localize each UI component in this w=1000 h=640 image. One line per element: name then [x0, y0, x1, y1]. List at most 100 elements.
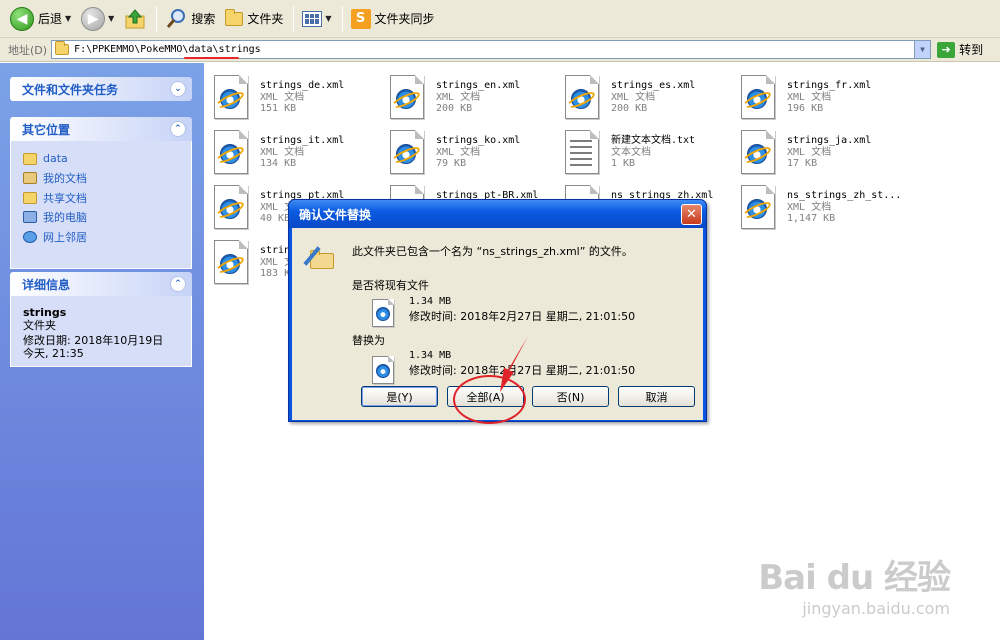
- sync-icon: S: [350, 8, 371, 29]
- watermark-url: jingyan.baidu.com: [802, 599, 950, 618]
- toolbar-separator: [341, 5, 343, 32]
- address-input[interactable]: F:\PPKEMMO\PokeMMO\data\strings ▼: [51, 40, 932, 59]
- replace-with-label: 替换为: [352, 334, 385, 347]
- place-label: 共享文档: [43, 191, 87, 205]
- file-name: strings_ja.xml: [787, 135, 872, 146]
- place-shared-documents[interactable]: 共享文档: [23, 188, 181, 208]
- file-type: XML 文档: [260, 146, 305, 158]
- details-name: strings: [23, 306, 67, 319]
- xml-file-icon: [212, 130, 254, 176]
- file-item[interactable]: strings_fr.xml XML 文档 196 KB: [731, 69, 906, 119]
- back-button[interactable]: ◀ 后退 ▼: [6, 4, 75, 34]
- file-type: XML 文档: [787, 146, 832, 158]
- file-size: 200 KB: [611, 103, 648, 114]
- xml-file-icon: [212, 185, 254, 231]
- details-panel: 详细信息 ⌃ strings 文件夹 修改日期: 2018年10月19日 今天,…: [10, 272, 192, 367]
- watermark-brand: Bai du 经验: [758, 558, 951, 598]
- cancel-button[interactable]: 取消: [618, 386, 695, 407]
- xml-file-icon: [563, 75, 605, 121]
- views-button[interactable]: ▼: [298, 4, 335, 34]
- file-item[interactable]: ns_strings_zh_st... XML 文档 1,147 KB: [731, 179, 906, 229]
- folder-sync-button[interactable]: S 文件夹同步: [347, 4, 439, 34]
- file-type: XML 文档: [436, 91, 481, 103]
- address-bar: 地址(D) F:\PPKEMMO\PokeMMO\data\strings ▼ …: [0, 38, 1000, 62]
- yes-button[interactable]: 是(Y): [361, 386, 438, 407]
- folders-label: 文件夹: [247, 12, 284, 26]
- new-size: 1.34 MB: [409, 350, 452, 361]
- go-label: 转到: [959, 43, 984, 57]
- existing-modified: 修改时间: 2018年2月27日 星期二, 21:01:50: [409, 310, 636, 323]
- details-type: 文件夹: [23, 319, 56, 332]
- computer-icon: [23, 211, 37, 224]
- toolbar-separator: [156, 5, 158, 32]
- close-button[interactable]: ✕: [681, 203, 702, 225]
- go-arrow-icon: ➜: [937, 41, 956, 58]
- task-pane: 文件和文件夹任务 ⌄ 其它位置 ⌃ data 我的文档 共享文档 我的电脑 网上…: [0, 63, 204, 640]
- file-name: ns_strings_zh_st...: [787, 190, 902, 201]
- tasks-panel-header[interactable]: 文件和文件夹任务 ⌄: [10, 77, 192, 101]
- xml-file-icon: [388, 75, 430, 121]
- file-item[interactable]: strings_it.xml XML 文档 134 KB: [204, 124, 379, 174]
- folders-icon: [225, 8, 244, 26]
- file-name: 新建文本文档.txt: [611, 135, 696, 146]
- dialog-titlebar[interactable]: 确认文件替换 ✕: [289, 200, 706, 228]
- my-documents-icon: [23, 172, 37, 185]
- file-size: 1 KB: [611, 158, 636, 169]
- xml-file-icon: [212, 240, 254, 286]
- collapse-chevron-icon[interactable]: ⌃: [170, 121, 186, 137]
- back-dropdown-icon[interactable]: ▼: [65, 14, 71, 23]
- path-underline-annotation: [184, 57, 240, 59]
- toolbar-separator: [293, 5, 295, 32]
- file-type: XML 文档: [787, 91, 832, 103]
- file-size: 17 KB: [787, 158, 818, 169]
- no-button[interactable]: 否(N): [532, 386, 609, 407]
- folder-sync-label: 文件夹同步: [374, 12, 435, 26]
- up-folder-button[interactable]: [120, 4, 150, 34]
- folders-button[interactable]: 文件夹: [221, 4, 287, 34]
- place-network[interactable]: 网上邻居: [23, 227, 181, 247]
- other-places-panel: 其它位置 ⌃ data 我的文档 共享文档 我的电脑 网上邻居: [10, 117, 192, 269]
- file-name: strings_fr.xml: [787, 80, 872, 91]
- annotation-circle: [453, 375, 526, 424]
- file-type: XML 文档: [260, 91, 305, 103]
- details-modified: 修改日期: 2018年10月19日: [23, 334, 164, 347]
- place-my-documents[interactable]: 我的文档: [23, 169, 181, 189]
- place-data[interactable]: data: [23, 149, 181, 169]
- baidu-watermark: Bai du 经验 jingyan.baidu.com: [758, 550, 951, 618]
- file-item[interactable]: strings_en.xml XML 文档 200 KB: [380, 69, 555, 119]
- text-file-icon: [563, 130, 605, 176]
- file-item[interactable]: strings_es.xml XML 文档 200 KB: [555, 69, 730, 119]
- expand-chevron-icon[interactable]: ⌄: [170, 81, 186, 97]
- file-item[interactable]: 新建文本文档.txt 文本文档 1 KB: [555, 124, 730, 174]
- xml-file-icon: [739, 130, 781, 176]
- file-type: XML 文档: [611, 91, 656, 103]
- file-item[interactable]: strings_de.xml XML 文档 151 KB: [204, 69, 379, 119]
- place-my-computer[interactable]: 我的电脑: [23, 208, 181, 228]
- details-modified-time: 今天, 21:35: [23, 347, 84, 360]
- file-name: strings_en.xml: [436, 80, 521, 91]
- place-label: data: [43, 152, 68, 166]
- go-button[interactable]: ➜ 转到: [937, 41, 983, 58]
- place-label: 我的电脑: [43, 211, 87, 225]
- file-name: strings_it.xml: [260, 135, 345, 146]
- explorer-window: ◀ 后退 ▼ ▶ ▼ 搜索 文件夹 ▼ S 文件夹同步 地址(D) F:\PPK…: [0, 0, 1000, 640]
- views-icon: [302, 10, 323, 27]
- forward-arrow-icon: ▶: [81, 6, 106, 31]
- forward-dropdown-icon[interactable]: ▼: [108, 14, 114, 23]
- collapse-chevron-icon[interactable]: ⌃: [170, 276, 186, 292]
- up-folder-icon: [125, 8, 145, 28]
- details-header[interactable]: 详细信息 ⌃: [10, 272, 192, 296]
- forward-button[interactable]: ▶ ▼: [77, 4, 118, 34]
- other-places-header[interactable]: 其它位置 ⌃: [10, 117, 192, 141]
- details-body: strings 文件夹 修改日期: 2018年10月19日 今天, 21:35: [10, 296, 192, 367]
- file-size: 1,147 KB: [787, 213, 836, 224]
- file-item[interactable]: strings_ko.xml XML 文档 79 KB: [380, 124, 555, 174]
- search-button[interactable]: 搜索: [161, 4, 219, 34]
- address-dropdown-icon[interactable]: ▼: [914, 41, 931, 58]
- views-dropdown-icon[interactable]: ▼: [325, 14, 331, 23]
- file-size: 200 KB: [436, 103, 473, 114]
- tasks-panel: 文件和文件夹任务 ⌄: [10, 77, 192, 101]
- other-places-title: 其它位置: [22, 122, 71, 137]
- file-item[interactable]: strings_ja.xml XML 文档 17 KB: [731, 124, 906, 174]
- file-type: XML 文档: [436, 146, 481, 158]
